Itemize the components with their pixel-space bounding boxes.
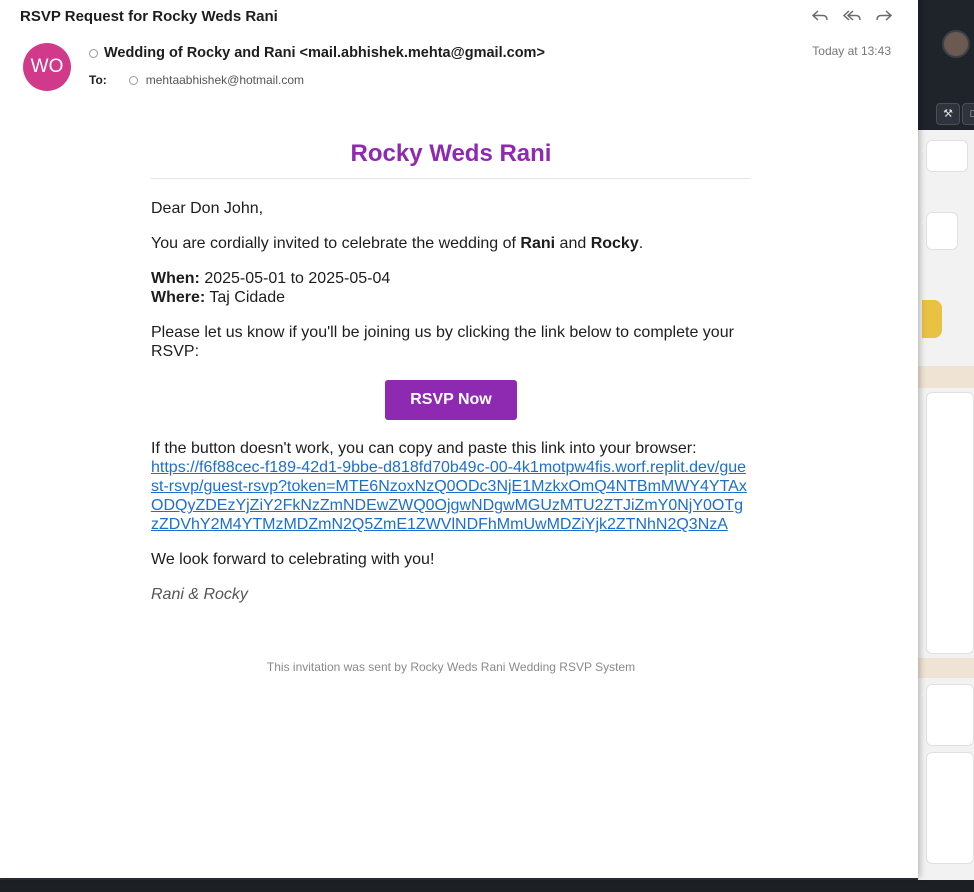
invite-title: Rocky Weds Rani — [151, 140, 751, 179]
recipient-address[interactable]: mehtaabhishek@hotmail.com — [146, 73, 304, 87]
bride-name: Rani — [520, 235, 556, 252]
message-actions — [810, 6, 894, 26]
intro-and: and — [555, 235, 591, 252]
when-label: When: — [151, 270, 200, 287]
from-row: Wedding of Rocky and Rani <mail.abhishek… — [89, 45, 545, 61]
background-panel — [926, 684, 974, 746]
signature: Rani & Rocky — [151, 586, 248, 603]
background-card — [926, 140, 968, 172]
reply-all-icon[interactable] — [842, 6, 862, 26]
email-footer: This invitation was sent by Rocky Weds R… — [266, 660, 636, 674]
greeting: Dear Don John, — [151, 200, 264, 217]
sender-name[interactable]: Wedding of Rocky and Rani <mail.abhishek… — [104, 45, 545, 61]
copy-icon[interactable]: □ — [962, 103, 974, 125]
button-wrapper: RSVP Now — [151, 380, 751, 420]
where-label: Where: — [151, 289, 206, 306]
intro-end: . — [638, 235, 644, 252]
background-band — [918, 658, 974, 678]
to-label: To: — [89, 73, 107, 87]
background-field — [926, 212, 958, 250]
background-band — [918, 366, 974, 388]
background-toolbar: ⚒ □ — [918, 0, 974, 130]
rsvp-now-button[interactable]: RSVP Now — [385, 380, 517, 420]
when-value: 2025-05-01 to 2025-05-04 — [199, 270, 391, 287]
where-value: Taj Cidade — [205, 289, 285, 306]
intro-paragraph: You are cordially invited to celebrate t… — [151, 234, 751, 253]
groom-name: Rocky — [590, 235, 639, 252]
background-avatar[interactable] — [942, 30, 970, 58]
intro-text: You are cordially invited to celebrate t… — [151, 235, 521, 252]
dock-strip — [0, 880, 974, 892]
rsvp-link[interactable]: https://f6f88cec-f189-42d1-9bbe-d818fd70… — [151, 458, 747, 534]
fallback-text: If the button doesn't work, you can copy… — [151, 440, 697, 457]
background-app: ⚒ □ — [918, 0, 974, 892]
status-dot-icon — [89, 48, 98, 58]
background-panel — [926, 392, 974, 654]
to-row: To: mehtaabhishek@hotmail.com — [89, 73, 304, 87]
closing-text: We look forward to celebrating with you! — [151, 551, 435, 568]
rsvp-request: Please let us know if you'll be joining … — [151, 324, 734, 360]
sender-avatar: WO — [23, 43, 71, 91]
email-viewer: RSVP Request for Rocky Weds Rani WO Wedd… — [0, 0, 918, 878]
email-date: Today at 13:43 — [812, 44, 891, 58]
event-details: When: 2025-05-01 to 2025-05-04 Where: Ta… — [151, 269, 751, 307]
status-dot-icon — [128, 75, 138, 85]
background-panel — [926, 752, 974, 864]
background-button[interactable] — [922, 300, 942, 338]
reply-icon[interactable] — [810, 6, 830, 26]
email-body: Rocky Weds Rani Dear Don John, You are c… — [151, 140, 751, 604]
email-subject: RSVP Request for Rocky Weds Rani — [20, 8, 278, 25]
wrench-icon[interactable]: ⚒ — [936, 103, 960, 125]
forward-icon[interactable] — [874, 6, 894, 26]
